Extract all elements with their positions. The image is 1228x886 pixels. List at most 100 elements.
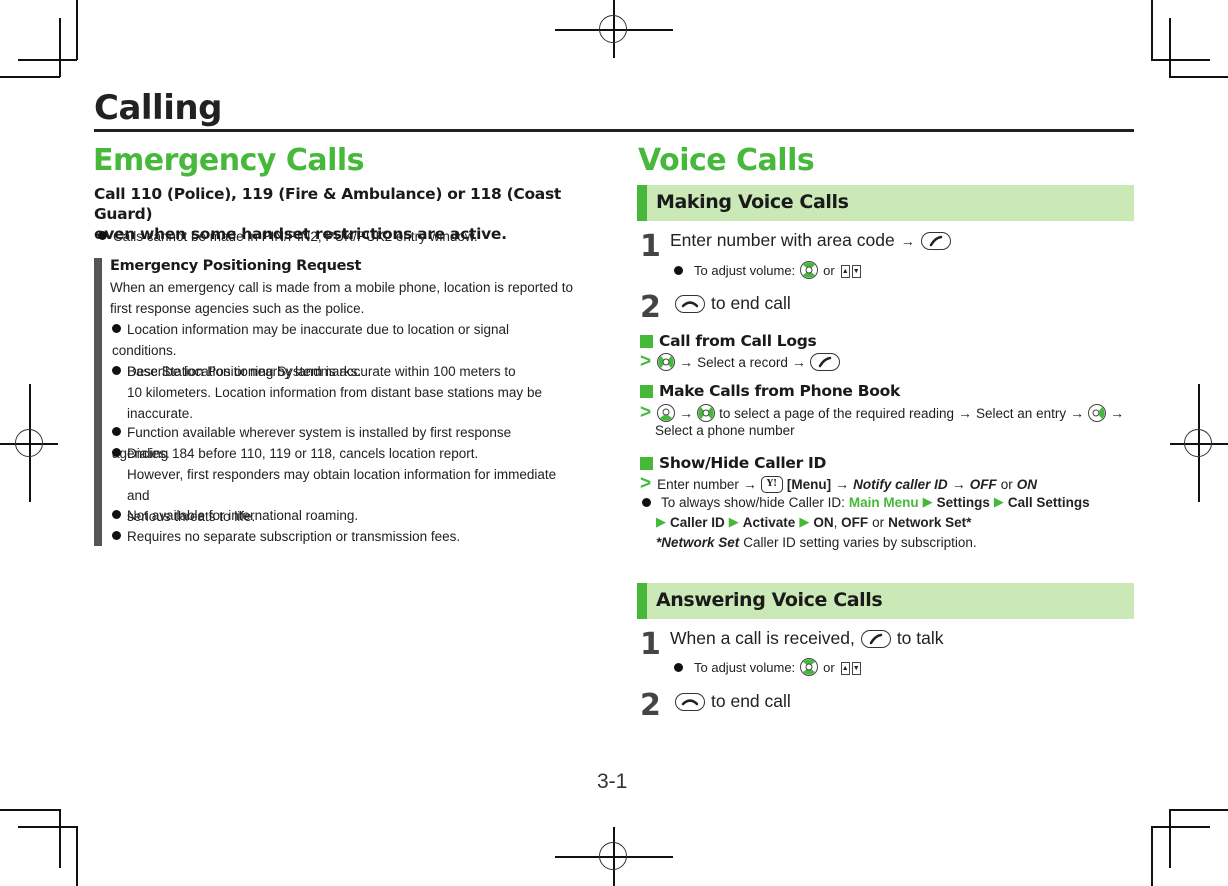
chevron-right-icon: > (640, 351, 652, 372)
bullet-text: Not available for international roaming. (127, 508, 359, 523)
step-label: Enter number with area code (670, 230, 895, 250)
banner-title: Making Voice Calls (656, 191, 849, 213)
caller-id-heading: Show/Hide Caller ID (640, 454, 826, 472)
end-key-icon (675, 294, 705, 313)
step-number: 1 (640, 229, 661, 264)
triangle-right-icon: ▶ (799, 514, 810, 529)
bullet-icon (112, 366, 121, 375)
step-label: to talk (896, 628, 944, 648)
bullet-icon (674, 662, 683, 672)
step-text: When a call is received, to talk (670, 628, 944, 649)
crop-mark (59, 18, 61, 77)
triangle-right-icon: ▶ (728, 514, 739, 529)
registration-circle (1184, 429, 1212, 457)
crop-mark (0, 809, 60, 811)
crop-mark (1151, 0, 1153, 60)
crop-mark (1169, 809, 1171, 868)
arrow-icon: → (679, 354, 694, 370)
arrow-icon: → (1110, 405, 1125, 421)
end-key-icon (675, 692, 705, 711)
arrow-icon: → (791, 354, 806, 370)
note-bullet: Requires no separate subscription or tra… (112, 526, 572, 547)
subhead-title: Make Calls from Phone Book (659, 382, 900, 400)
crop-mark (18, 826, 77, 828)
crop-mark (1151, 826, 1153, 886)
square-icon (640, 456, 653, 470)
option-network-set: Network Set* (888, 514, 972, 530)
step-text: to end call (675, 691, 791, 712)
or-text: or (1000, 476, 1013, 492)
bullet-text: However, first responders may obtain loc… (127, 467, 557, 503)
call-logs-heading: Call from Call Logs (640, 332, 817, 350)
page-number: 3-1 (597, 770, 628, 793)
emergency-lead-line: Call 110 (Police), 119 (Fire & Ambulance… (94, 185, 562, 223)
arrow-icon: → (951, 476, 966, 492)
subhead-title: Call from Call Logs (659, 332, 817, 350)
arrow-icon: → (958, 405, 973, 421)
step-label: to end call (711, 293, 791, 313)
option-off: OFF (841, 514, 869, 530)
menu-path-main-menu: Main Menu (848, 494, 919, 510)
crop-mark (76, 0, 78, 60)
note-bullet: Not available for international roaming. (112, 505, 572, 526)
arrow-icon: → (900, 232, 915, 249)
bullet-icon (112, 531, 121, 540)
bullet-icon (112, 324, 121, 333)
chapter-title: Calling (94, 88, 222, 128)
note-intro: When an emergency call is made from a mo… (110, 277, 573, 319)
making-voice-calls-banner: Making Voice Calls (637, 185, 1134, 221)
crop-mark (18, 59, 77, 61)
chevron-right-icon: > (640, 402, 652, 423)
step-subbullet: To adjust volume: or ▲ ▼ (674, 261, 862, 279)
arrow-icon: → (1070, 405, 1085, 421)
crop-mark (76, 826, 78, 886)
caller-id-footnote: *Network Set Caller ID setting varies by… (656, 535, 977, 550)
or-text: or (823, 262, 835, 278)
nav-key-updown-icon (800, 658, 819, 676)
emergency-positioning-note: Emergency Positioning Request When an em… (94, 258, 574, 546)
bullet-icon (112, 427, 121, 436)
phone-book-heading: Make Calls from Phone Book (640, 382, 900, 400)
bullet-icon (112, 448, 121, 457)
triangle-right-icon: ▶ (993, 494, 1004, 509)
bullet-text: Calls cannot be made in PIN/PIN2, PUK/PU… (113, 229, 478, 244)
option-on: ON (813, 514, 834, 530)
arrow-icon: → (742, 476, 757, 492)
note-intro-line: When an emergency call is made from a mo… (110, 280, 573, 295)
bullet-text: To adjust volume: (694, 262, 796, 278)
arrow-icon: → (835, 476, 850, 492)
subhead-title: Show/Hide Caller ID (659, 454, 827, 472)
procedure-text: to select a page of the required reading (719, 405, 955, 421)
emergency-calls-title: Emergency Calls (93, 143, 365, 178)
volume-up-key-icon: ▲ (840, 264, 850, 278)
step-number: 2 (640, 688, 661, 723)
bullet-icon (642, 497, 651, 507)
chevron-right-icon: > (640, 473, 652, 494)
step-text: to end call (675, 293, 791, 314)
bullet-icon (674, 265, 683, 275)
bullet-text: To always show/hide Caller ID: (661, 494, 845, 510)
volume-down-key-icon: ▼ (851, 661, 861, 675)
phone-book-procedure-cont: Select a phone number (655, 423, 795, 438)
emergency-bullet: Calls cannot be made in PIN/PIN2, PUK/PU… (98, 227, 478, 247)
crop-mark (1169, 809, 1228, 811)
nav-key-leftright-icon (697, 404, 716, 422)
registration-circle (15, 429, 43, 457)
chapter-rule (94, 129, 1134, 132)
voice-calls-title: Voice Calls (638, 143, 815, 178)
procedure-text: Select a record (697, 354, 788, 370)
note-intro-line: first response agencies such as the poli… (110, 301, 365, 316)
crop-mark (1169, 76, 1228, 78)
menu-path-settings: Settings (936, 494, 990, 510)
triangle-right-icon: ▶ (922, 494, 933, 509)
crop-mark (59, 809, 61, 868)
or-text: or (823, 659, 835, 675)
or-text: or (872, 514, 885, 530)
menu-path-caller-id: Caller ID (670, 514, 725, 530)
square-icon (640, 384, 653, 398)
step-text: Enter number with area code → (670, 230, 951, 251)
banner-bar (637, 583, 647, 619)
yahoo-key-icon: Y! (760, 475, 783, 493)
crop-mark (1151, 826, 1210, 828)
note-title: Emergency Positioning Request (110, 258, 362, 274)
